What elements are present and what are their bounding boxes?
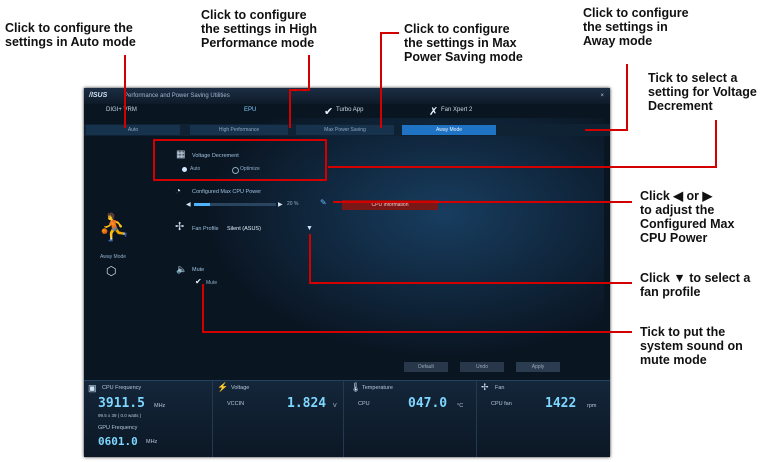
tab-max-power-saving[interactable]: Max Power Saving — [296, 125, 394, 135]
fan-panel: ✢ Fan CPU fan 1422 rpm — [477, 381, 609, 457]
power-decrease-arrow[interactable]: ◀ — [186, 201, 191, 208]
away-mode-label: Away Mode — [100, 254, 127, 260]
voltage-panel: ⚡ Voltage VCCIN 1.824 V — [213, 381, 344, 457]
cpu-frequency-panel: ▣ CPU Frequency 3911.5 MHz 99.5 x 39 ( 0… — [84, 381, 213, 457]
default-button[interactable]: Default — [404, 362, 448, 372]
mute-checkbox-check-icon[interactable]: ✔ — [195, 277, 202, 286]
callout-high-performance: Click to configure the settings in High … — [201, 8, 317, 50]
window-title: Performance and Power Saving Utilities — [124, 93, 230, 99]
down-arrow-icon: ▼ — [673, 271, 686, 285]
cube-icon: ⬡ — [106, 264, 117, 278]
module-fan-xpert[interactable]: Fan Xpert 2 — [441, 107, 472, 113]
fan-value: 1422 — [545, 396, 577, 411]
callout-voltage-decrement: Tick to select a setting for Voltage Dec… — [648, 71, 757, 113]
cpu-frequency-unit: MHz — [154, 403, 166, 409]
fan-small-icon: ✢ — [481, 382, 489, 392]
callout-configured-power: Click ◀ or ▶ to adjust the Configured Ma… — [640, 189, 734, 245]
voltage-auto-radio[interactable] — [182, 167, 187, 172]
check-icon: ✔ — [324, 106, 334, 118]
voltage-value: 1.824 — [287, 396, 327, 411]
app-window: /ISUS Performance and Power Saving Utili… — [84, 88, 610, 457]
module-digi-vrm[interactable]: DIGI+ VRM — [106, 107, 137, 113]
temperature-panel: 🌡 Temperature CPU 047.0 °C — [344, 381, 477, 457]
fan-icon: ✢ — [175, 221, 185, 233]
cpu-frequency-value: 3911.5 — [98, 396, 145, 411]
fan-title: Fan — [495, 385, 505, 391]
gpu-frequency-value: 0601.0 — [98, 435, 138, 448]
fan-profile-dropdown-arrow[interactable]: ▼ — [306, 225, 313, 232]
callout-mute: Tick to put the system sound on mute mod… — [640, 325, 743, 367]
cpu-info-icon: ✎ — [320, 198, 327, 207]
module-bar: DIGI+ VRM EPU ✔ Turbo App ✗ Fan Xpert 2 — [84, 105, 610, 123]
callout-power-text-2: or — [682, 189, 703, 203]
apply-button[interactable]: Apply — [516, 362, 560, 372]
callout-max-power-saving: Click to configure the settings in Max P… — [404, 22, 523, 64]
undo-button[interactable]: Undo — [460, 362, 504, 372]
title-bar: /ISUS Performance and Power Saving Utili… — [84, 88, 610, 104]
temperature-title: Temperature — [362, 385, 393, 391]
cpu-info-button[interactable]: CPU Information — [342, 200, 438, 210]
voltage-label: VCCIN — [227, 401, 245, 407]
callout-fan-profile: Click ▼ to select a fan profile — [640, 271, 750, 299]
gpu-frequency-unit: MHz — [146, 439, 158, 445]
callout-power-text-1: Click — [640, 189, 674, 203]
power-slider[interactable] — [194, 203, 276, 206]
module-turbo-app[interactable]: Turbo App — [336, 107, 363, 113]
power-slider-fill — [194, 203, 211, 206]
tab-auto[interactable]: Auto — [86, 125, 180, 135]
background-glow — [204, 118, 604, 358]
asus-logo: /ISUS — [89, 92, 108, 99]
left-arrow-icon: ◀ — [673, 189, 683, 203]
voltage-auto-label: Auto — [190, 166, 201, 172]
tab-high-performance[interactable]: High Performance — [190, 125, 288, 135]
temperature-value: 047.0 — [408, 396, 448, 411]
fan-unit: rpm — [587, 403, 597, 409]
callout-away-mode: Click to configure the settings in Away … — [583, 6, 689, 48]
fan-xpert-icon: ✗ — [429, 106, 439, 118]
power-icon: ◔ — [175, 186, 182, 197]
power-increase-arrow[interactable]: ▶ — [278, 201, 283, 208]
voltage-title: Voltage — [231, 385, 250, 391]
power-value: 20 % — [287, 201, 299, 207]
voltage-icon: ▦ — [176, 149, 186, 160]
fan-label: CPU fan — [491, 401, 512, 407]
callout-power-text-3: to adjust the Configured Max CPU Power — [640, 203, 735, 245]
voltage-optimize-label: Optimize — [240, 166, 260, 172]
cpu-icon: ▣ — [88, 383, 97, 393]
voltage-decrement-label: Voltage Decrement — [192, 153, 239, 159]
callout-fan-text-1: Click — [640, 271, 674, 285]
close-button[interactable]: × — [600, 88, 604, 104]
right-arrow-icon: ▶ — [702, 189, 713, 203]
module-epu[interactable]: EPU — [244, 107, 256, 113]
lightning-icon: ⚡ — [217, 382, 229, 392]
mode-tabs: Auto High Performance Max Power Saving A… — [84, 124, 610, 136]
speaker-icon: 🔈 — [176, 264, 188, 274]
tab-away-mode[interactable]: Away Mode — [402, 125, 496, 135]
temperature-label: CPU — [358, 401, 370, 407]
gpu-frequency-title: GPU Frequency — [98, 425, 138, 431]
temperature-unit: °C — [457, 403, 464, 409]
thermometer-icon: 🌡 — [350, 382, 362, 392]
fan-profile-value: Silent (ASUS) — [227, 226, 261, 232]
cpu-frequency-title: CPU Frequency — [102, 385, 142, 391]
fan-profile-label: Fan Profile — [192, 226, 219, 232]
monitor-bar: ▣ CPU Frequency 3911.5 MHz 99.5 x 39 ( 0… — [84, 380, 610, 457]
cpu-frequency-multiplier: 99.5 x 39 ( 0.0 watts ) — [98, 413, 142, 418]
configured-power-label: Configured Max CPU Power — [192, 189, 262, 195]
voltage-optimize-radio[interactable] — [232, 167, 239, 174]
callout-auto-mode: Click to configure the settings in Auto … — [5, 21, 136, 49]
voltage-unit: V — [333, 403, 337, 409]
mute-checkbox-label: Mute — [206, 280, 218, 286]
away-mode-icon: ⛹ — [98, 212, 131, 242]
sound-label: Mute — [192, 267, 205, 273]
